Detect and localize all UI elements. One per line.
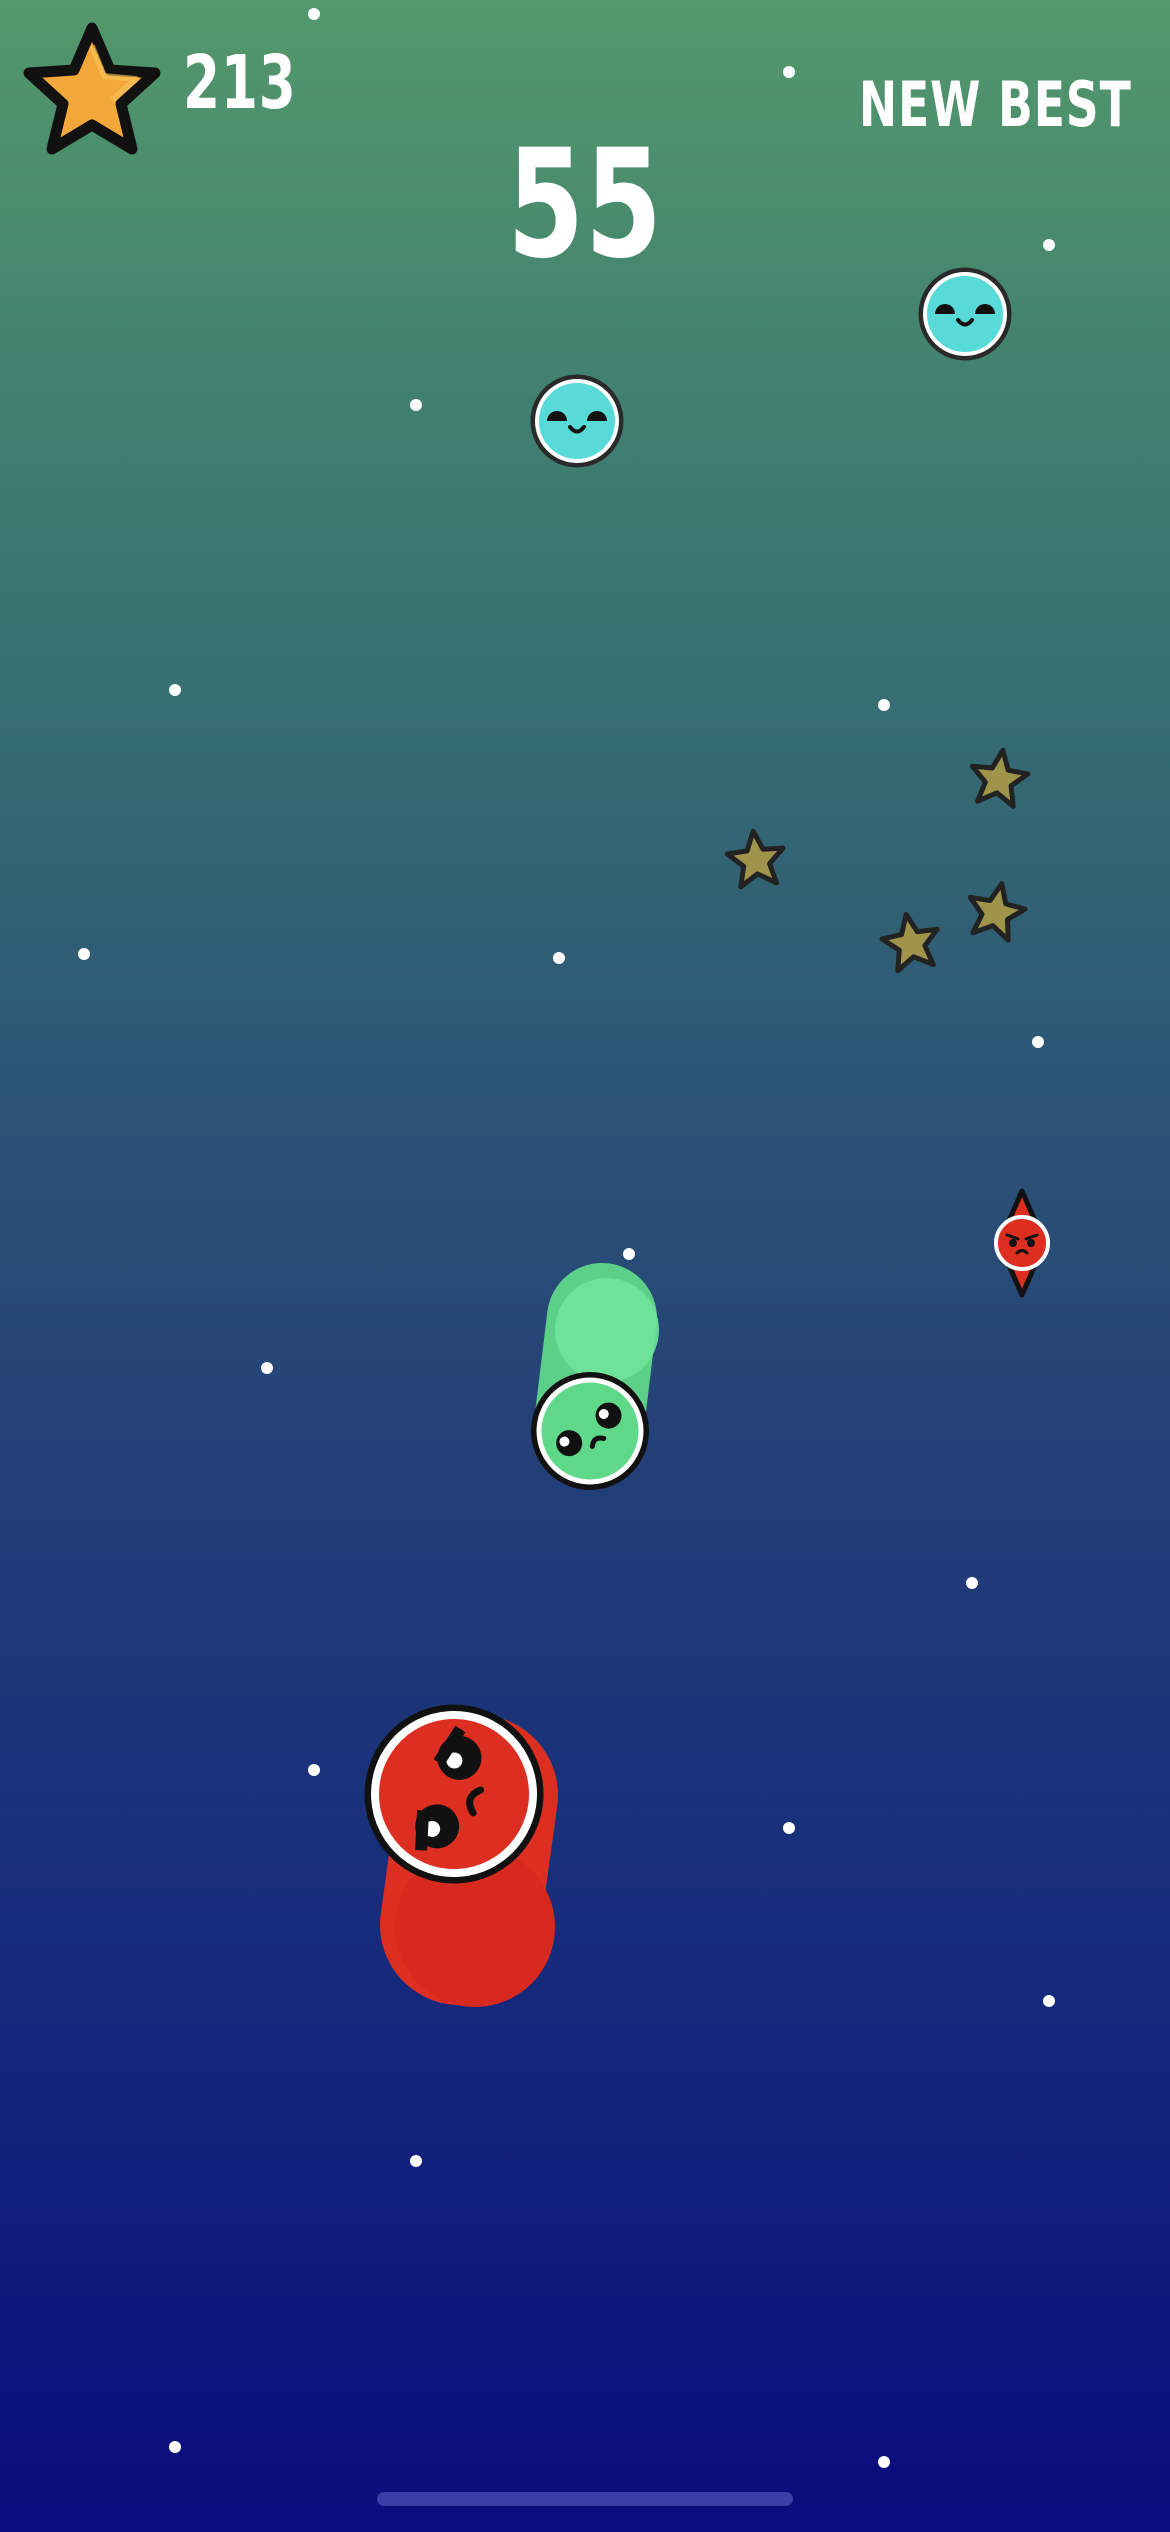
smiling-cyan-blob-icon <box>530 374 624 468</box>
star-icon <box>969 747 1031 809</box>
game-field[interactable] <box>0 0 1170 2532</box>
red-blob-snake <box>364 1704 558 2007</box>
star-icon <box>724 828 786 890</box>
smiling-cyan-blob-icon <box>918 267 1012 361</box>
green-blob-snake[interactable] <box>512 1263 668 1509</box>
star-icon <box>879 911 940 974</box>
angry-red-spiky-icon <box>994 1188 1050 1298</box>
home-indicator[interactable] <box>377 2492 793 2506</box>
star-icon <box>967 881 1028 943</box>
